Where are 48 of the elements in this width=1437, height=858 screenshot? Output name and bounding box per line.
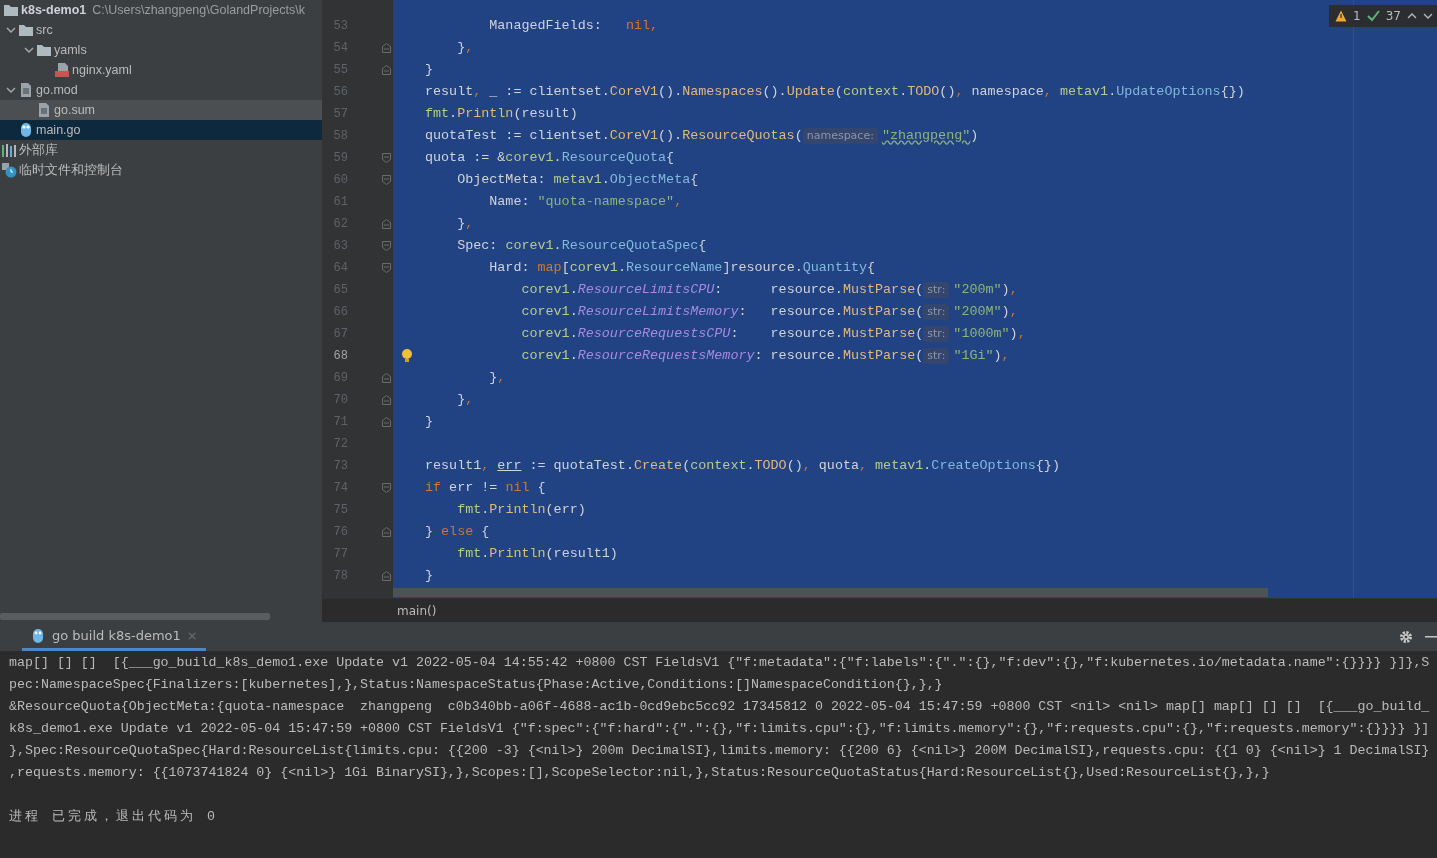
code-line: fmt.Println(err): [456, 501, 586, 519]
code-line: Spec: corev1.ResourceQuotaSpec{: [456, 237, 707, 255]
code-line: corev1.ResourceLimitsMemory: resource.MustParse( str: "200M"),: [520, 303, 1018, 322]
code-line: }: [425, 413, 434, 431]
code-line: } else {: [425, 523, 490, 541]
code-line: quotaTest := clientset.CoreV1().ResourceQuotas( namespace: "zhangpeng"): [425, 127, 979, 146]
code-line: },: [456, 39, 474, 57]
console-line: ,requests.memory: {{1073741824 0} {<nil>} 1Gi BinarySI},},Scopes:[],ScopeSelector:nil,},Status:ResourceQuotaStatus{Hard:ResourceList{},Used:ResourceList{},},}: [9, 764, 1271, 782]
tree-item[interactable]: 外部库: [19, 140, 58, 160]
code-line: ObjectMeta: metav1.ObjectMeta{: [456, 171, 699, 189]
code-line: },: [456, 391, 474, 409]
code-line: corev1.ResourceRequestsCPU: resource.MustParse( str: "1000m"),: [520, 325, 1026, 344]
tree-item[interactable]: 临时文件和控制台: [19, 160, 123, 180]
tree-item[interactable]: src: [36, 20, 53, 40]
inspection-widget[interactable]: 1 37: [1329, 5, 1437, 27]
code-line: result1, err := quotaTest.Create(context.TODO(), quota, metav1.CreateOptions{}): [425, 457, 1060, 475]
code-line: },: [488, 369, 506, 387]
code-line: corev1.ResourceLimitsCPU: resource.MustParse( str: "200m"),: [520, 281, 1018, 300]
console-line: },Spec:ResourceQuotaSpec{Hard:ResourceList{limits.cpu: {{200 -3} {<nil>} 200m DecimalSI},limits.memory: {{200 6} {<nil>} 200M DecimalSI},requests.cpu: {{1 0} {<nil>} 1 DecimalSI}: [9, 742, 1431, 760]
code-line: }: [425, 61, 434, 79]
tree-item[interactable]: go.mod: [36, 80, 78, 100]
code-line: ManagedFields: nil,: [488, 17, 659, 35]
code-line: Hard: map[corev1.ResourceName]resource.Quantity{: [488, 259, 876, 277]
project-name[interactable]: k8s-demo1: [21, 0, 87, 20]
console-line: &ResourceQuota{ObjectMeta:{quota-namespace zhangpeng c0b340bb-a06f-4688-ac1b-0cd9ebc5cc92 17345812 0 2022-05-04 15:47:59 +0800 CST <nil> <nil> map[] map[] [] [] [{___go_build_: [9, 698, 1431, 716]
console-line: map[] [] [] [{___go_build_k8s_demo1.exe Update v1 2022-05-04 14:55:42 +0800 CST FieldsV1 {"f:metadata":{"f:labels":{".":{},"f:dev":{},"f:kubernetes.io/metadata.name":{}}}} }]},S: [9, 654, 1431, 672]
code-line: quota := &corev1.ResourceQuota{: [425, 149, 675, 167]
project-path: C:\Users\zhangpeng\GolandProjects\k: [92, 2, 305, 19]
tree-item[interactable]: nginx.yaml: [72, 60, 132, 80]
line-number: 68: [332, 348, 348, 365]
code-line: }: [425, 567, 434, 585]
code-line: },: [456, 215, 474, 233]
weak-warning-count: 37: [1385, 8, 1401, 25]
code-line: fmt.Println(result1): [456, 545, 618, 563]
console-line: k8s_demo1.exe Update v1 2022-05-04 15:47:59 +0800 CST FieldsV1 {"f:spec":{"f:hard":{".":{},"f:limits.cpu":{},"f:limits.memory":{},"f:requests.cpu":{},"f:requests.memory":{}}}} }]: [9, 720, 1431, 738]
run-tab[interactable]: go build k8s-demo1 ×: [22, 623, 206, 651]
code-line: corev1.ResourceRequestsMemory: resource.MustParse( str: "1Gi"),: [520, 347, 1010, 366]
code-line: Name: "quota-namespace",: [488, 193, 683, 211]
code-line: if err != nil {: [425, 479, 546, 497]
tree-item[interactable]: go.sum: [54, 100, 95, 120]
exit-message: 进程 已完成，退出代码为 0: [9, 808, 219, 826]
warning-count: 1: [1353, 8, 1361, 25]
breadcrumb[interactable]: main(): [397, 604, 437, 618]
tree-item[interactable]: yamls: [54, 40, 87, 60]
console-line: pec:NamespaceSpec{Finalizers:[kubernetes],},Status:NamespaceStatus{Phase:Active,Conditions:[]NamespaceCondition{},},}: [9, 676, 944, 694]
code-line: result, _ := clientset.CoreV1().Namespaces().Update(context.TODO(), namespace, metav1.UpdateOptions{}): [425, 83, 1245, 101]
code-line: fmt.Println(result): [425, 105, 578, 123]
tree-item[interactable]: main.go: [36, 120, 81, 140]
